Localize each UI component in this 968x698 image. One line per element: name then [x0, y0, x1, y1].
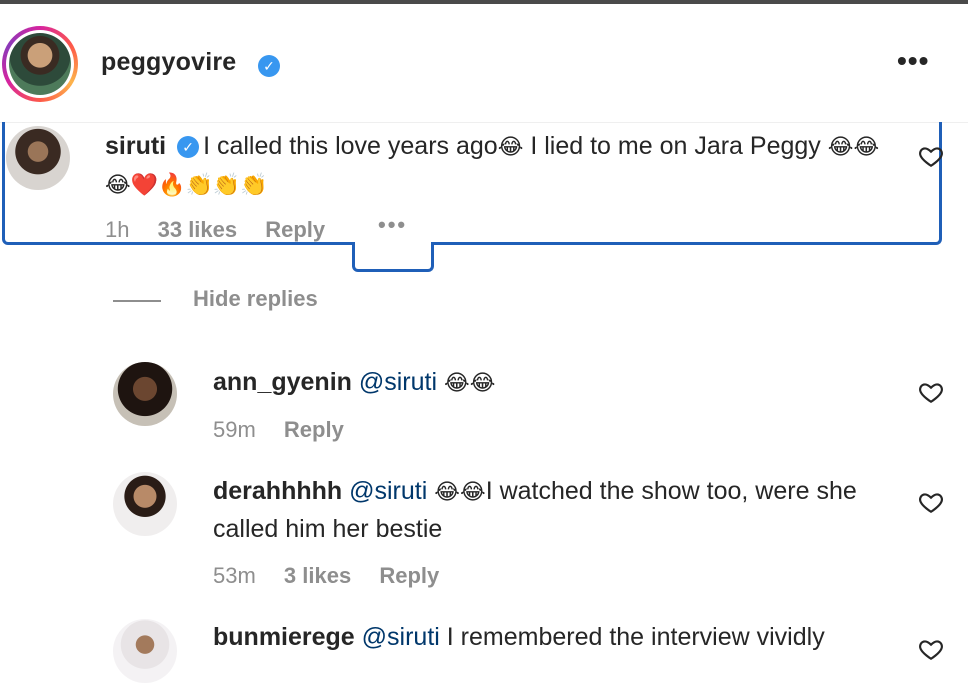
- commenter-avatar-siruti[interactable]: [6, 126, 70, 190]
- like-heart-icon[interactable]: [918, 489, 944, 515]
- main-comment-meta: 1h 33 likes Reply: [105, 217, 347, 243]
- reply-mention[interactable]: @siruti: [359, 368, 437, 396]
- reply-mention[interactable]: @siruti: [349, 477, 427, 505]
- comment-more-options-icon[interactable]: •••: [378, 212, 407, 238]
- laughing-emoji-icon: 😂😂: [427, 480, 486, 505]
- laughing-emoji-icon: 😂: [497, 135, 524, 160]
- hide-replies-button[interactable]: Hide replies: [193, 286, 318, 312]
- reply-body: I remembered the interview vividly: [439, 623, 825, 651]
- verified-badge-icon: ✓: [177, 136, 200, 158]
- commenter-avatar-derahhhhh[interactable]: [113, 472, 177, 536]
- reply-meta: 53m 3 likes Reply: [213, 563, 461, 589]
- reply-button[interactable]: Reply: [284, 417, 344, 442]
- owner-avatar-image: [9, 33, 71, 95]
- commenter-avatar-bunmierege[interactable]: [113, 619, 177, 683]
- owner-avatar[interactable]: [2, 26, 78, 102]
- reply-button[interactable]: Reply: [265, 217, 325, 242]
- reply-likes-count[interactable]: 3 likes: [284, 563, 351, 588]
- post-header: peggyovire ✓ •••: [0, 4, 968, 123]
- comment-highlight-notch: [352, 242, 434, 272]
- more-options-icon[interactable]: •••: [897, 46, 929, 76]
- laughing-emoji-icon: 😂😂: [437, 371, 496, 396]
- owner-username[interactable]: peggyovire: [101, 48, 236, 77]
- reply-meta: 59m Reply: [213, 417, 366, 443]
- comment-body: I called this love years ago: [203, 132, 498, 160]
- main-comment-text: siruti ✓ I called this love years ago😂 I …: [105, 128, 895, 204]
- reply-timestamp: 59m: [213, 417, 256, 442]
- comment-timestamp: 1h: [105, 217, 130, 242]
- reply-timestamp: 53m: [213, 563, 256, 588]
- commenter-avatar-ann-gyenin[interactable]: [113, 362, 177, 426]
- verified-badge-icon: ✓: [258, 55, 280, 77]
- reply-text: derahhhhh @siruti 😂😂I watched the show t…: [213, 473, 893, 547]
- reply-username[interactable]: ann_gyenin: [213, 368, 352, 396]
- reply-button[interactable]: Reply: [379, 563, 439, 588]
- comment-likes-count[interactable]: 33 likes: [158, 217, 238, 242]
- reply-username[interactable]: derahhhhh: [213, 477, 342, 505]
- replies-divider-line: [113, 300, 161, 302]
- like-heart-icon[interactable]: [918, 143, 944, 169]
- reply-text: bunmierege @siruti I remembered the inte…: [213, 619, 893, 655]
- reply-text: ann_gyenin @siruti 😂😂: [213, 364, 893, 402]
- comment-body-continued: I lied to me on Jara Peggy: [523, 132, 828, 160]
- like-heart-icon[interactable]: [918, 636, 944, 662]
- comment-username[interactable]: siruti: [105, 132, 166, 160]
- reply-username[interactable]: bunmierege: [213, 623, 355, 651]
- reply-mention[interactable]: @siruti: [362, 623, 440, 651]
- like-heart-icon[interactable]: [918, 379, 944, 405]
